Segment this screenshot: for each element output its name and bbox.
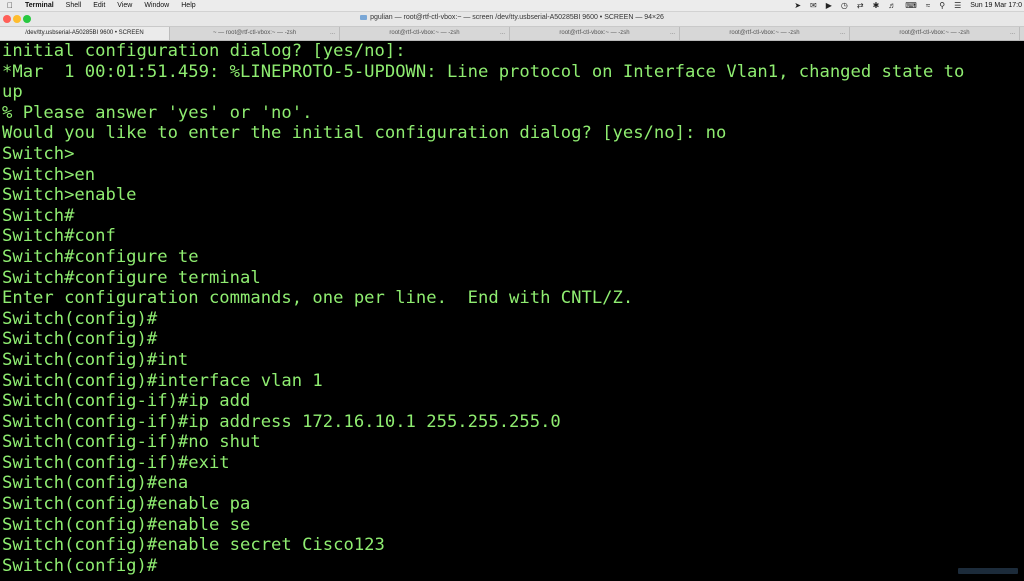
tab-more-indicator: ...: [329, 30, 335, 36]
terminal-line: Switch(config)#int: [2, 349, 189, 370]
terminal-line: Switch(config)#enable secret Cisco123: [2, 535, 385, 556]
menu-shell[interactable]: Shell: [66, 2, 82, 9]
tab-zsh-1[interactable]: ~ — root@rtf-ctl-vbox:~ — -zsh...: [170, 27, 340, 40]
terminal-output[interactable]: initial configuration dialog? [yes/no]: …: [0, 41, 1024, 581]
menu-bar:  Terminal Shell Edit View Window Help ➤…: [0, 0, 1024, 12]
tab-label: ~ — root@rtf-ctl-vbox:~ — -zsh: [212, 30, 297, 36]
terminal-line: Switch#: [2, 205, 75, 226]
mail-icon[interactable]: ✉: [810, 1, 817, 10]
tab-label: root@rtf-ctl-vbox:~ — -zsh: [729, 30, 800, 36]
terminal-line: Switch#conf: [2, 226, 116, 247]
terminal-line: Switch>en: [2, 164, 96, 185]
tab-label: /dev/tty.usbserial-A50285BI 9600 • SCREE…: [25, 30, 144, 36]
terminal-line: Switch#configure terminal: [2, 267, 261, 288]
tab-more-indicator: ...: [669, 30, 675, 36]
terminal-line: up: [2, 82, 23, 103]
tab-zsh-4[interactable]: root@rtf-ctl-vbox:~ — -zsh...: [680, 27, 850, 40]
terminal-line: Would you like to enter the initial conf…: [2, 123, 727, 144]
menu-window[interactable]: Window: [144, 2, 169, 9]
tab-zsh-3[interactable]: root@rtf-ctl-vbox:~ — -zsh...: [510, 27, 680, 40]
folder-icon: [360, 14, 368, 20]
arrows-icon[interactable]: ⇄: [857, 1, 864, 10]
terminal-line: % Please answer 'yes' or 'no'.: [2, 102, 313, 123]
location-arrow-icon[interactable]: ➤: [794, 1, 801, 10]
menu-edit[interactable]: Edit: [93, 2, 105, 9]
terminal-line: Switch(config-if)#no shut: [2, 432, 261, 453]
terminal-line: Enter configuration commands, one per li…: [2, 288, 634, 309]
tab-more-indicator: ...: [839, 30, 845, 36]
terminal-prompt-line: Switch(config)#: [2, 555, 158, 576]
terminal-line: Switch(config)#: [2, 329, 158, 350]
terminal-line: Switch(config-if)#ip add: [2, 391, 251, 412]
bluetooth-icon[interactable]: ✱: [873, 1, 880, 10]
tab-more-indicator: ...: [499, 30, 505, 36]
clock-icon[interactable]: ◷: [841, 1, 848, 10]
terminal-line: *Mar 1 00:01:51.459: %LINEPROTO-5-UPDOWN…: [2, 61, 965, 82]
search-icon[interactable]: ⚲: [939, 1, 945, 10]
terminal-line: Switch(config)#: [2, 308, 158, 329]
window-title-text: pgulian — root@rtf-ctl-vbox:~ — screen /…: [370, 14, 664, 21]
tab-bar: /dev/tty.usbserial-A50285BI 9600 • SCREE…: [0, 27, 1024, 41]
terminal-line: Switch>: [2, 143, 75, 164]
wifi-icon[interactable]: ≈: [926, 1, 930, 10]
menu-help[interactable]: Help: [181, 2, 195, 9]
control-center-icon[interactable]: ☰: [954, 1, 961, 10]
tab-zsh-2[interactable]: root@rtf-ctl-vbox:~ — -zsh...: [340, 27, 510, 40]
terminal-line: Switch(config-if)#ip address 172.16.10.1…: [2, 411, 561, 432]
tab-screen-session[interactable]: /dev/tty.usbserial-A50285BI 9600 • SCREE…: [0, 27, 170, 40]
terminal-line: Switch(config)#enable pa: [2, 494, 251, 515]
menu-view[interactable]: View: [117, 2, 132, 9]
tab-more-indicator: ...: [1009, 30, 1015, 36]
terminal-line: initial configuration dialog? [yes/no]:: [2, 41, 406, 61]
tab-zsh-5[interactable]: root@rtf-ctl-vbox:~ — -zsh...: [850, 27, 1020, 40]
window-title: pgulian — root@rtf-ctl-vbox:~ — screen /…: [0, 14, 1024, 21]
tab-label: root@rtf-ctl-vbox:~ — -zsh: [559, 30, 630, 36]
scroll-indicator[interactable]: [958, 568, 1018, 574]
tab-label: root@rtf-ctl-vbox:~ — -zsh: [899, 30, 970, 36]
terminal-line: Switch(config)#interface vlan 1: [2, 370, 323, 391]
speaker-icon[interactable]: ▶: [826, 1, 832, 10]
menu-bar-tray: ➤ ✉ ▶ ◷ ⇄ ✱ ♬ ⌨ ≈ ⚲ ☰ Sun 19 Mar 17:0: [794, 0, 1024, 11]
terminal-line: Switch>enable: [2, 185, 137, 206]
terminal-line: Switch(config-if)#exit: [2, 452, 230, 473]
terminal-line: Switch#configure te: [2, 246, 199, 267]
terminal-line: Switch(config)#ena: [2, 473, 189, 494]
apple-menu-icon[interactable]: : [7, 1, 17, 10]
tab-label: root@rtf-ctl-vbox:~ — -zsh: [389, 30, 460, 36]
volume-icon[interactable]: ♬: [888, 1, 896, 10]
terminal-line: Switch(config)#enable se: [2, 514, 251, 535]
menu-clock[interactable]: Sun 19 Mar 17:0: [970, 2, 1022, 9]
window-title-bar[interactable]: pgulian — root@rtf-ctl-vbox:~ — screen /…: [0, 12, 1024, 27]
menu-app-name[interactable]: Terminal: [25, 2, 54, 9]
keyboard-icon[interactable]: ⌨: [905, 1, 917, 10]
